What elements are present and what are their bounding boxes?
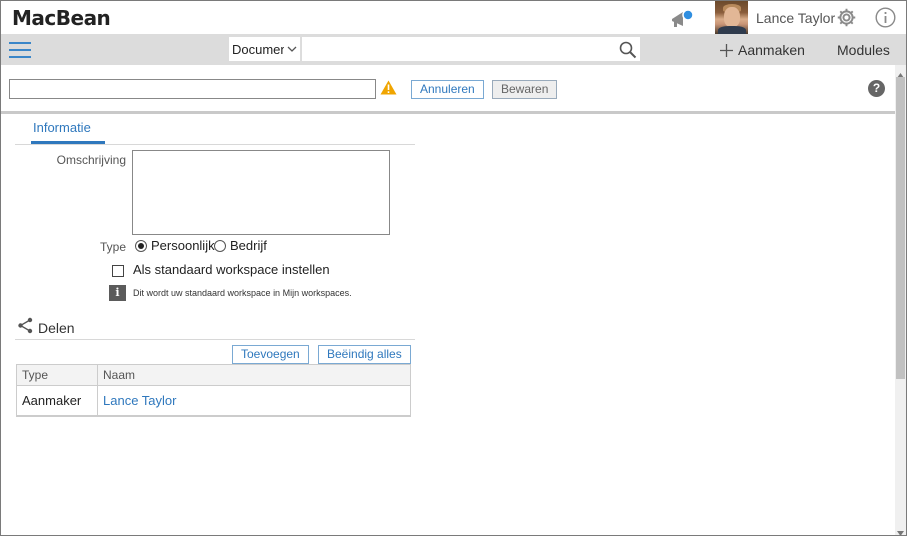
nav-bar: Documenten Aanmaken Modules — [1, 34, 906, 65]
user-avatar[interactable] — [715, 1, 748, 34]
modules-menu[interactable]: Modules — [837, 42, 890, 58]
info-square-icon: i — [109, 285, 126, 301]
vertical-scrollbar[interactable] — [895, 65, 906, 536]
table-cell-name-link[interactable]: Lance Taylor — [98, 386, 410, 416]
search-type-select[interactable]: Documenten — [229, 37, 301, 61]
column-header-name[interactable]: Naam — [98, 365, 410, 386]
radio-personal-label: Persoonlijk — [151, 238, 215, 253]
share-icon — [17, 317, 34, 337]
table-cell-type: Aanmaker — [17, 386, 98, 416]
chevron-down-icon — [287, 43, 297, 57]
radio-company[interactable] — [214, 240, 226, 252]
top-bar: MacBean Lance Taylor — [1, 1, 906, 34]
column-header-type[interactable]: Type — [17, 365, 98, 386]
scrollbar-thumb[interactable] — [896, 77, 905, 379]
type-radio-company[interactable]: Bedrijf — [214, 238, 274, 254]
radio-company-label: Bedrijf — [230, 238, 267, 253]
help-icon[interactable]: ? — [868, 80, 885, 97]
cancel-button[interactable]: Annuleren — [411, 80, 484, 99]
add-share-button[interactable]: Toevoegen — [232, 345, 309, 364]
tab-informatie[interactable]: Informatie — [31, 118, 105, 144]
scroll-down-icon[interactable] — [897, 525, 904, 536]
divider — [15, 339, 415, 340]
tab-bar: Informatie — [15, 118, 415, 145]
type-radio-personal[interactable]: Persoonlijk — [135, 238, 215, 254]
share-table: Type Naam Aanmaker Lance Taylor — [16, 364, 411, 417]
gear-icon[interactable] — [836, 7, 857, 28]
plus-icon — [720, 44, 733, 60]
hamburger-menu-icon[interactable] — [9, 42, 31, 58]
notifications-bullhorn-icon[interactable] — [669, 7, 695, 29]
save-button[interactable]: Bewaren — [492, 80, 558, 99]
search-input[interactable] — [302, 37, 640, 61]
type-label: Type — [99, 240, 126, 254]
create-button-label: Aanmaken — [738, 42, 805, 58]
search-type-label: Documenten — [232, 42, 284, 57]
default-workspace-label: Als standaard workspace instellen — [133, 262, 330, 277]
description-label: Omschrijving — [56, 153, 126, 167]
search-icon[interactable] — [619, 41, 637, 62]
workspace-name-input[interactable] — [9, 79, 376, 99]
default-workspace-checkbox[interactable] — [112, 265, 124, 277]
default-workspace-hint: Dit wordt uw standaard workspace in Mijn… — [133, 288, 352, 298]
share-section-title: Delen — [38, 320, 75, 336]
radio-personal[interactable] — [135, 240, 147, 252]
app-logo[interactable]: MacBean — [12, 6, 111, 30]
end-all-button[interactable]: Beëindig alles — [318, 345, 411, 364]
warning-icon — [380, 80, 397, 98]
info-icon[interactable] — [875, 7, 896, 28]
user-name[interactable]: Lance Taylor — [756, 10, 835, 26]
edit-toolbar: Annuleren Bewaren ? — [1, 65, 895, 114]
description-textarea[interactable] — [132, 150, 390, 235]
